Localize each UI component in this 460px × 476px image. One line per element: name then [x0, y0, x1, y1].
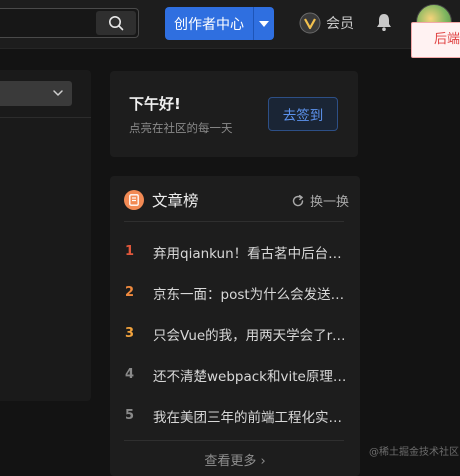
list-item[interactable]: 1 弃用qiankun！看古茗中后台架构如何破局: [125, 231, 347, 272]
notification-button[interactable]: [374, 12, 394, 36]
ranking-title: 文章榜: [152, 192, 199, 210]
article-list-icon: [124, 190, 144, 210]
creator-dropdown-toggle[interactable]: [254, 20, 274, 27]
rank-number: 2: [125, 285, 135, 300]
search-input[interactable]: [0, 8, 139, 38]
ranking-divider: [124, 221, 344, 222]
greeting-subtitle: 点亮在社区的每一天: [129, 121, 233, 135]
list-item[interactable]: 3 只会Vue的我，用两天学会了react: [125, 313, 347, 354]
chevron-down-icon: [53, 90, 63, 96]
article-title-link[interactable]: 京东一面：post为什么会发送两次请求？: [153, 283, 347, 303]
search-button[interactable]: [96, 11, 136, 35]
article-title-link[interactable]: 我在美团三年的前端工程化实践回顾: [153, 406, 347, 426]
tooltip-text: 后端: [434, 32, 460, 47]
creator-center-label: 创作者中心: [174, 16, 244, 33]
article-title-link[interactable]: 弃用qiankun！看古茗中后台架构如何破局: [153, 242, 347, 262]
main-feed-panel: [0, 70, 91, 401]
list-item[interactable]: 2 京东一面：post为什么会发送两次请求？: [125, 272, 347, 313]
article-title-link[interactable]: 还不清楚webpack和vite原理的区别？: [153, 365, 347, 385]
panel-divider: [0, 117, 91, 118]
signin-card: 下午好! 点亮在社区的每一天 去签到: [110, 71, 358, 157]
list-item[interactable]: 5 我在美团三年的前端工程化实践回顾: [125, 395, 347, 436]
creator-center-button[interactable]: 创作者中心: [165, 7, 274, 40]
rank-number: 1: [125, 244, 135, 259]
list-item[interactable]: 4 还不清楚webpack和vite原理的区别？: [125, 354, 347, 395]
article-title-link[interactable]: 只会Vue的我，用两天学会了react: [153, 324, 347, 344]
refresh-icon: [292, 194, 304, 206]
article-ranking-card: 文章榜 换一换 1 弃用qiankun！看古茗中后台架构如何破局 2 京东一面：…: [110, 176, 360, 476]
vip-label: 会员: [326, 16, 354, 32]
rank-number: 5: [125, 408, 135, 423]
vip-link[interactable]: 会员: [299, 12, 354, 34]
refresh-button[interactable]: 换一换: [291, 191, 349, 210]
watermark: @稀土掘金技术社区: [369, 447, 459, 458]
filter-select[interactable]: [0, 81, 72, 106]
refresh-label: 换一换: [310, 195, 350, 210]
category-tooltip: 后端: [411, 22, 460, 58]
signin-button[interactable]: 去签到: [268, 97, 338, 131]
rank-number: 3: [125, 326, 135, 341]
ranking-bottom-divider: [124, 440, 344, 441]
search-icon: [109, 16, 124, 31]
rank-number: 4: [125, 367, 135, 382]
top-header: 创作者中心 会员: [0, 0, 460, 49]
greeting-title: 下午好!: [129, 95, 181, 113]
vip-badge-icon: [299, 12, 321, 34]
caret-down-icon: [259, 20, 269, 27]
bell-icon: [377, 14, 391, 31]
ranking-header: 文章榜: [124, 189, 199, 211]
ranking-list: 1 弃用qiankun！看古茗中后台架构如何破局 2 京东一面：post为什么会…: [125, 231, 347, 436]
